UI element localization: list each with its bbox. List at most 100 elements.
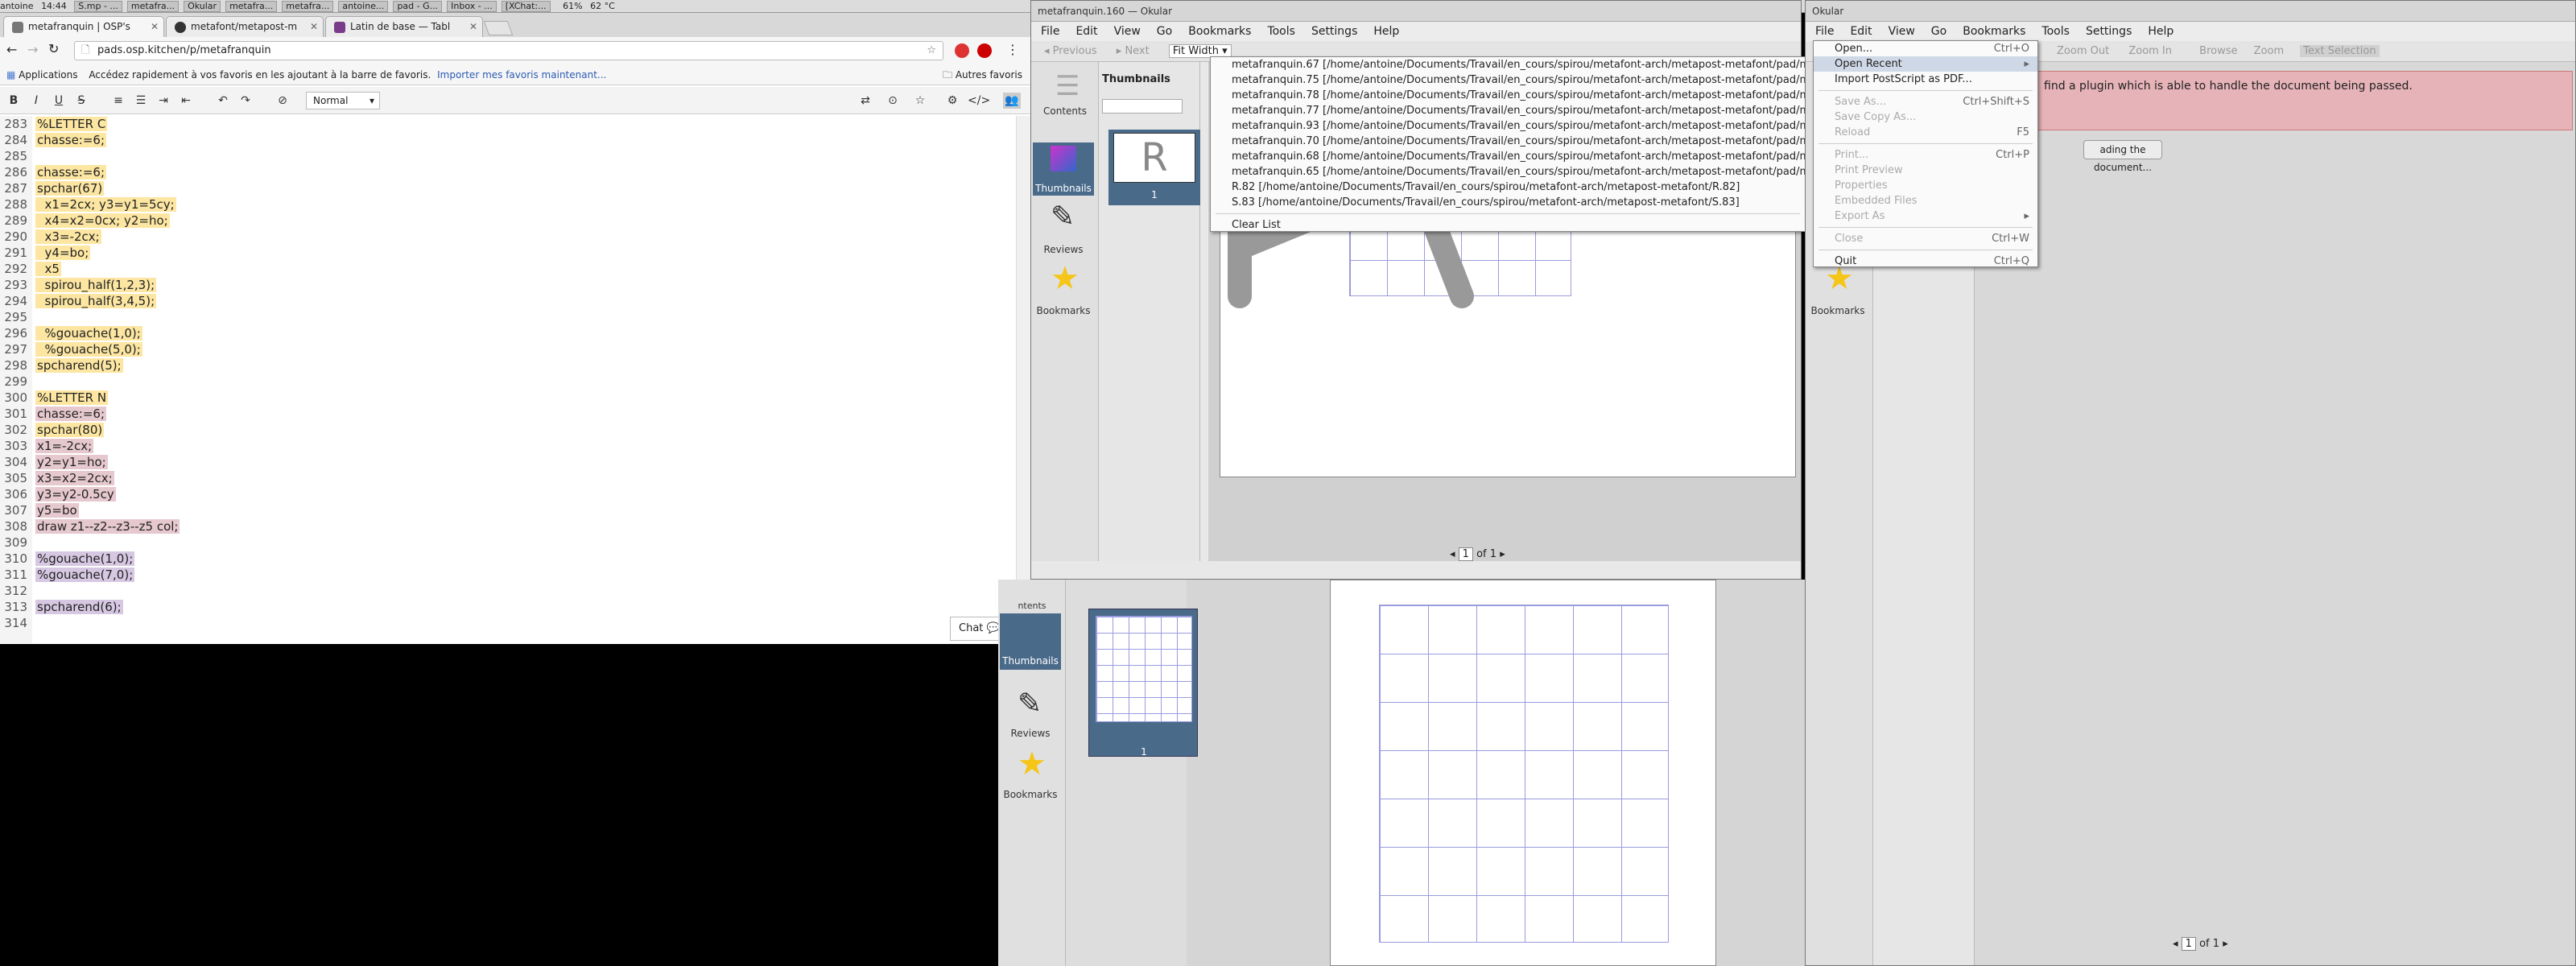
- file-menu-item[interactable]: Embedded Files: [1814, 193, 2037, 208]
- tab-latin[interactable]: Latin de base — Tabl ✕: [325, 16, 483, 37]
- code-line[interactable]: [35, 583, 1001, 599]
- zoom-in-button[interactable]: Zoom In: [2128, 45, 2172, 57]
- star-icon[interactable]: ☆: [927, 42, 936, 60]
- recent-file-item[interactable]: metafranquin.65 [/home/antoine/Documents…: [1211, 164, 1891, 180]
- strikethrough-button[interactable]: S: [72, 93, 90, 109]
- bold-button[interactable]: B: [5, 93, 23, 109]
- code-line[interactable]: spirou_half(1,2,3);: [35, 277, 1001, 293]
- back-icon[interactable]: ←: [6, 42, 17, 57]
- menu-settings[interactable]: Settings: [2086, 22, 2132, 41]
- recent-file-item[interactable]: R.82 [/home/antoine/Documents/Travail/en…: [1211, 180, 1805, 195]
- code-line[interactable]: x3=-2cx;: [35, 229, 1001, 245]
- menu-edit[interactable]: Edit: [1075, 22, 1097, 41]
- next-button[interactable]: ▸ Next: [1117, 45, 1150, 57]
- code-line[interactable]: y2=y1=ho;: [35, 454, 1001, 470]
- menu-bookmarks[interactable]: Bookmarks: [1188, 22, 1251, 41]
- reviews-tab[interactable]: ✎ Reviews: [1000, 684, 1061, 742]
- taskbar-task[interactable]: Okular: [184, 1, 221, 12]
- contents-tab[interactable]: ntents: [1001, 601, 1063, 611]
- bookmarks-tab[interactable]: ★ Bookmarks: [1033, 260, 1094, 318]
- code-line[interactable]: y4=bo;: [35, 245, 1001, 261]
- page-number-input[interactable]: 1: [1458, 547, 1473, 561]
- code-line[interactable]: chasse:=6;: [35, 406, 1001, 422]
- zoom-out-button[interactable]: Zoom Out: [2057, 45, 2109, 57]
- reload-icon[interactable]: ↻: [48, 41, 59, 56]
- thumbnail-search[interactable]: [1102, 99, 1183, 114]
- page-number-input[interactable]: 1: [2181, 937, 2196, 951]
- code-line[interactable]: y5=bo: [35, 502, 1001, 518]
- taskbar-task[interactable]: Inbox - ...: [447, 1, 497, 12]
- menu-view[interactable]: View: [1889, 22, 1915, 41]
- recent-file-item[interactable]: metafranquin.75 [/home/antoine/Documents…: [1211, 72, 1891, 88]
- menu-tools[interactable]: Tools: [2041, 22, 2070, 41]
- code-line[interactable]: [35, 535, 1001, 551]
- menu-view[interactable]: View: [1114, 22, 1141, 41]
- reviews-tab[interactable]: ✎ Reviews: [1033, 200, 1094, 257]
- code-line[interactable]: %gouache(1,0);: [35, 551, 1001, 567]
- code-line[interactable]: [35, 615, 1001, 631]
- code-line[interactable]: x5: [35, 261, 1001, 277]
- gear-icon[interactable]: ⚙: [943, 93, 961, 109]
- code-line[interactable]: chasse:=6;: [35, 164, 1001, 180]
- adblock-icon[interactable]: [977, 43, 992, 58]
- close-tab-icon[interactable]: ✕: [469, 17, 477, 36]
- file-menu-item[interactable]: Save Copy As...: [1814, 109, 2037, 125]
- thumbnail-selected[interactable]: R 1: [1108, 130, 1200, 205]
- code-line[interactable]: %gouache(5,0);: [35, 341, 1001, 357]
- browse-button[interactable]: Browse: [2199, 45, 2237, 57]
- embed-icon[interactable]: </>: [968, 93, 990, 109]
- file-menu-item[interactable]: Properties: [1814, 178, 2037, 193]
- code-line[interactable]: chasse:=6;: [35, 132, 1001, 148]
- loading-document-button[interactable]: ading the document...: [2083, 140, 2162, 173]
- taskbar-task[interactable]: antoine...: [338, 1, 389, 12]
- taskbar-task[interactable]: [XChat:...: [501, 1, 551, 12]
- underline-button[interactable]: U: [50, 93, 68, 109]
- outdent-icon[interactable]: ⇤: [177, 93, 195, 109]
- ordered-list-icon[interactable]: ≡: [109, 93, 127, 109]
- bookmarks-tab[interactable]: ★ Bookmarks: [1807, 260, 1868, 318]
- code-line[interactable]: [35, 374, 1001, 390]
- file-menu-item[interactable]: Export As ▸: [1814, 208, 2037, 224]
- taskbar-task[interactable]: metafra...: [282, 1, 334, 12]
- file-menu-item[interactable]: Open... Ctrl+O: [1814, 41, 2037, 56]
- clear-list-item[interactable]: Clear List: [1211, 217, 1805, 233]
- file-menu-item[interactable]: Save As... Ctrl+Shift+S: [1814, 94, 2037, 109]
- code-line[interactable]: y3=y2-0.5cy: [35, 486, 1001, 502]
- menu-file[interactable]: File: [1815, 22, 1834, 41]
- close-tab-icon[interactable]: ✕: [151, 17, 159, 36]
- code-line[interactable]: spcharend(5);: [35, 357, 1001, 374]
- new-tab-button[interactable]: [483, 21, 514, 35]
- previous-button[interactable]: ◂ Previous: [1044, 45, 1097, 57]
- star-icon[interactable]: ☆: [911, 93, 929, 109]
- recent-file-item[interactable]: metafranquin.67 [/home/antoine/Documents…: [1211, 57, 1891, 72]
- file-menu-item[interactable]: Open Recent ▸: [1814, 56, 2037, 72]
- menu-tools[interactable]: Tools: [1267, 22, 1295, 41]
- unordered-list-icon[interactable]: ☰: [132, 93, 150, 109]
- previous-page-icon[interactable]: ◂: [1450, 548, 1455, 560]
- menu-icon[interactable]: ⋮: [1006, 42, 1019, 57]
- style-select[interactable]: Normal ▾: [306, 92, 380, 109]
- opera-extension-icon[interactable]: [955, 43, 969, 58]
- previous-page-icon[interactable]: ◂: [2173, 938, 2178, 950]
- menu-file[interactable]: File: [1041, 22, 1059, 41]
- code-line[interactable]: spchar(80): [35, 422, 1001, 438]
- contents-tab[interactable]: ☰ Contents: [1034, 70, 1096, 118]
- file-menu-item[interactable]: Close Ctrl+W: [1814, 231, 2037, 246]
- code-line[interactable]: %LETTER N: [35, 390, 1001, 406]
- address-bar[interactable]: 🗋 pads.osp.kitchen/p/metafranquin ☆: [74, 41, 943, 60]
- code-line[interactable]: [35, 309, 1001, 325]
- code-line[interactable]: [35, 148, 1001, 164]
- close-tab-icon[interactable]: ✕: [310, 17, 318, 36]
- import-bookmarks-link[interactable]: Importer mes favoris maintenant...: [437, 69, 606, 80]
- other-bookmarks[interactable]: 🗀 Autres favoris: [943, 64, 1022, 85]
- tab-github[interactable]: metafont/metapost-m ✕: [166, 16, 324, 37]
- menu-settings[interactable]: Settings: [1311, 22, 1357, 41]
- menu-help[interactable]: Help: [1373, 22, 1399, 41]
- recent-file-item[interactable]: S.83 [/home/antoine/Documents/Travail/en…: [1211, 195, 1805, 210]
- recent-file-item[interactable]: metafranquin.68 [/home/antoine/Documents…: [1211, 149, 1891, 164]
- thumbnails-tab[interactable]: Thumbnails: [1033, 142, 1094, 196]
- forward-icon[interactable]: →: [27, 42, 38, 57]
- file-menu-item[interactable]: Import PostScript as PDF...: [1814, 72, 2037, 87]
- pad-text[interactable]: %LETTER Cchasse:=6; chasse:=6; spchar(67) …: [35, 116, 1001, 631]
- next-page-icon[interactable]: ▸: [2223, 938, 2228, 950]
